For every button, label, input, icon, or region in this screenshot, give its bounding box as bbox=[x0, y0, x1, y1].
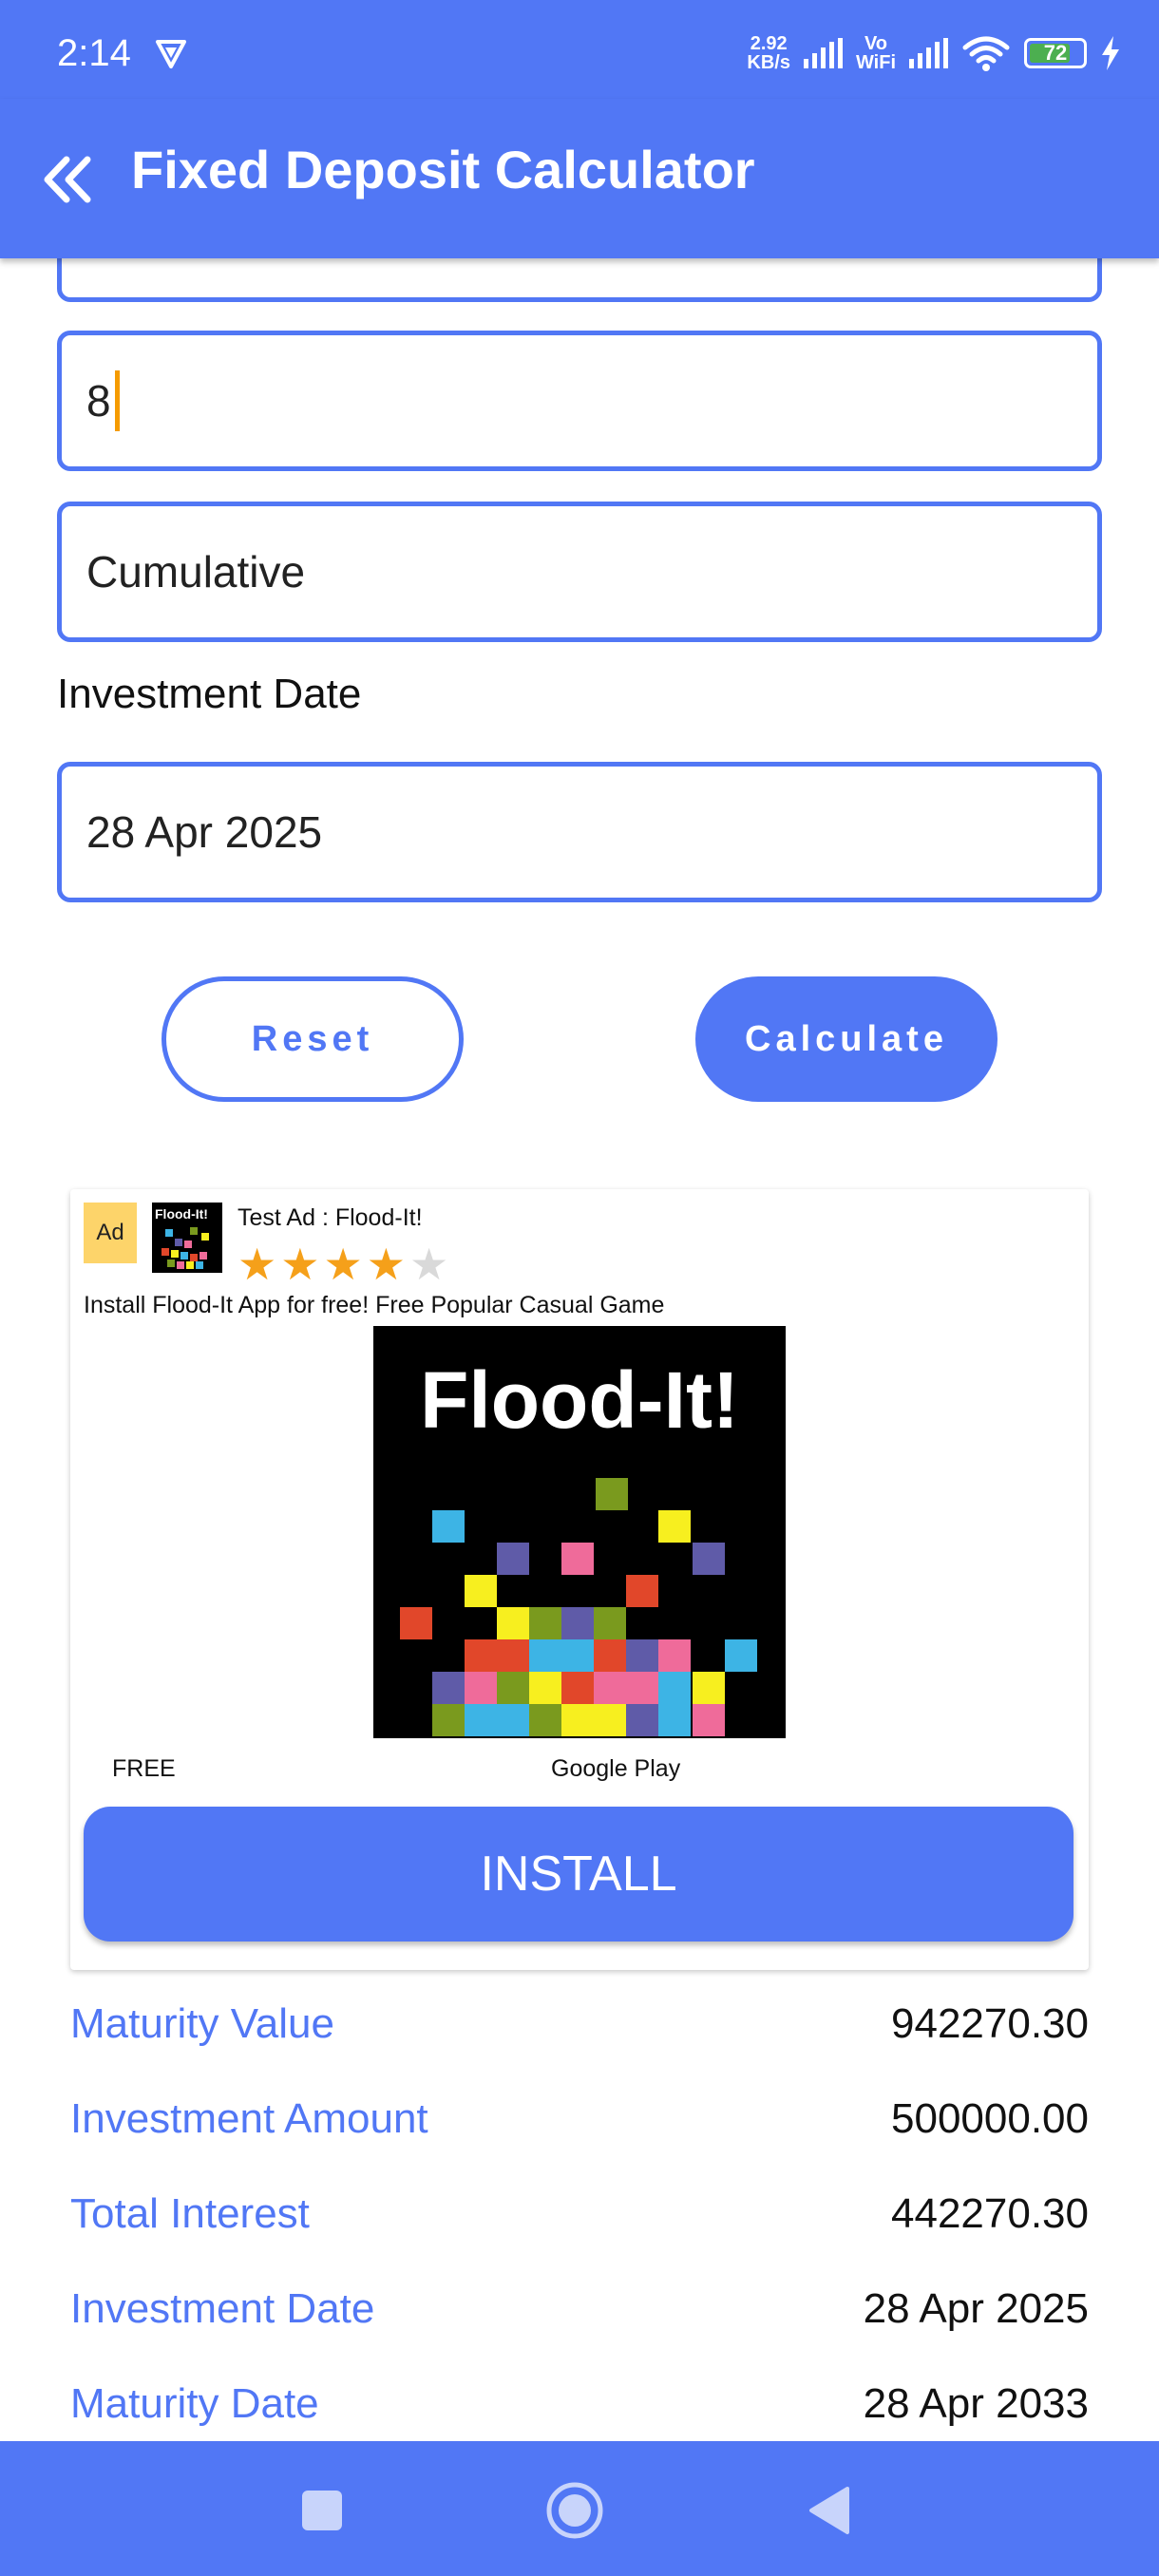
result-value: 442270.30 bbox=[891, 2190, 1089, 2237]
network-speed: 2.92 KB/s bbox=[747, 33, 790, 73]
wifi-icon bbox=[962, 36, 1010, 71]
result-row-investment-date: Investment Date 28 Apr 2025 bbox=[70, 2285, 1089, 2352]
star-icon: ★ bbox=[280, 1240, 320, 1289]
star-icon: ★ bbox=[238, 1240, 277, 1289]
app-bar: Fixed Deposit Calculator bbox=[0, 99, 1159, 258]
signal-strength-icon bbox=[803, 38, 843, 68]
result-value: 28 Apr 2025 bbox=[863, 2285, 1089, 2332]
ad-badge: Ad bbox=[84, 1203, 137, 1263]
text-caret bbox=[114, 370, 120, 431]
back-double-chevron-icon[interactable] bbox=[34, 146, 101, 213]
result-row-maturity-date: Maturity Date 28 Apr 2033 bbox=[70, 2380, 1089, 2447]
system-nav-bar bbox=[0, 2441, 1159, 2576]
tenure-input[interactable]: 8 bbox=[57, 331, 1102, 471]
investment-date-label: Investment Date bbox=[57, 671, 362, 717]
charging-bolt-icon bbox=[1102, 36, 1119, 70]
investment-date-field[interactable]: 28 Apr 2025 bbox=[57, 762, 1102, 902]
signal-strength-2-icon bbox=[909, 38, 948, 68]
result-row-total-interest: Total Interest 442270.30 bbox=[70, 2190, 1089, 2257]
ad-title[interactable]: Test Ad : Flood-It! bbox=[238, 1204, 423, 1232]
page-title: Fixed Deposit Calculator bbox=[131, 140, 755, 199]
result-label: Maturity Date bbox=[70, 2380, 319, 2427]
ad-image[interactable]: Flood-It! bbox=[373, 1326, 786, 1738]
result-row-maturity-value: Maturity Value 942270.30 bbox=[70, 2000, 1089, 2067]
result-label: Investment Amount bbox=[70, 2095, 428, 2142]
result-label: Investment Date bbox=[70, 2285, 375, 2332]
install-button[interactable]: INSTALL bbox=[84, 1807, 1074, 1941]
recents-square-icon[interactable] bbox=[302, 2491, 342, 2530]
star-icon: ★ bbox=[323, 1240, 363, 1289]
result-label: Total Interest bbox=[70, 2190, 310, 2237]
ad-app-icon[interactable]: Flood-It! bbox=[152, 1203, 222, 1273]
ad-store: Google Play bbox=[551, 1755, 681, 1782]
back-triangle-icon[interactable] bbox=[808, 2485, 851, 2536]
ad-price: FREE bbox=[112, 1755, 176, 1782]
result-value: 500000.00 bbox=[891, 2095, 1089, 2142]
star-icon: ★ bbox=[366, 1240, 406, 1289]
status-indicators: 2.92 KB/s Vo WiFi 72 bbox=[747, 34, 1121, 72]
result-label: Maturity Value bbox=[70, 2000, 334, 2047]
result-value: 942270.30 bbox=[891, 2000, 1089, 2047]
fd-type-select[interactable]: Cumulative bbox=[57, 502, 1102, 642]
ad-app-icon-tiles bbox=[162, 1227, 209, 1269]
result-row-investment-amount: Investment Amount 500000.00 bbox=[70, 2095, 1089, 2162]
status-time: 2:14 bbox=[57, 32, 131, 74]
tenure-input-value: 8 bbox=[86, 376, 111, 426]
battery-icon: 72 bbox=[1024, 38, 1087, 68]
ad-rating: ★ ★ ★ ★ ★ bbox=[238, 1242, 448, 1286]
calculate-button[interactable]: Calculate bbox=[695, 976, 998, 1102]
status-bar: 2:14 2.92 KB/s Vo WiFi 72 bbox=[0, 0, 1159, 99]
vpn-shield-icon bbox=[156, 40, 186, 68]
result-value: 28 Apr 2033 bbox=[863, 2380, 1089, 2427]
star-empty-icon: ★ bbox=[409, 1240, 449, 1289]
ad-card[interactable]: Ad Flood-It! Test Ad : Flood-It! ★ ★ ★ ★… bbox=[70, 1189, 1089, 1970]
fd-type-value: Cumulative bbox=[86, 547, 306, 597]
ad-description: Install Flood-It App for free! Free Popu… bbox=[84, 1292, 665, 1318]
home-circle-icon[interactable] bbox=[545, 2481, 604, 2540]
investment-date-value: 28 Apr 2025 bbox=[86, 807, 323, 857]
ad-image-title: Flood-It! bbox=[420, 1355, 739, 1445]
vowifi-indicator: Vo WiFi bbox=[855, 33, 896, 73]
reset-button[interactable]: Reset bbox=[162, 976, 464, 1102]
